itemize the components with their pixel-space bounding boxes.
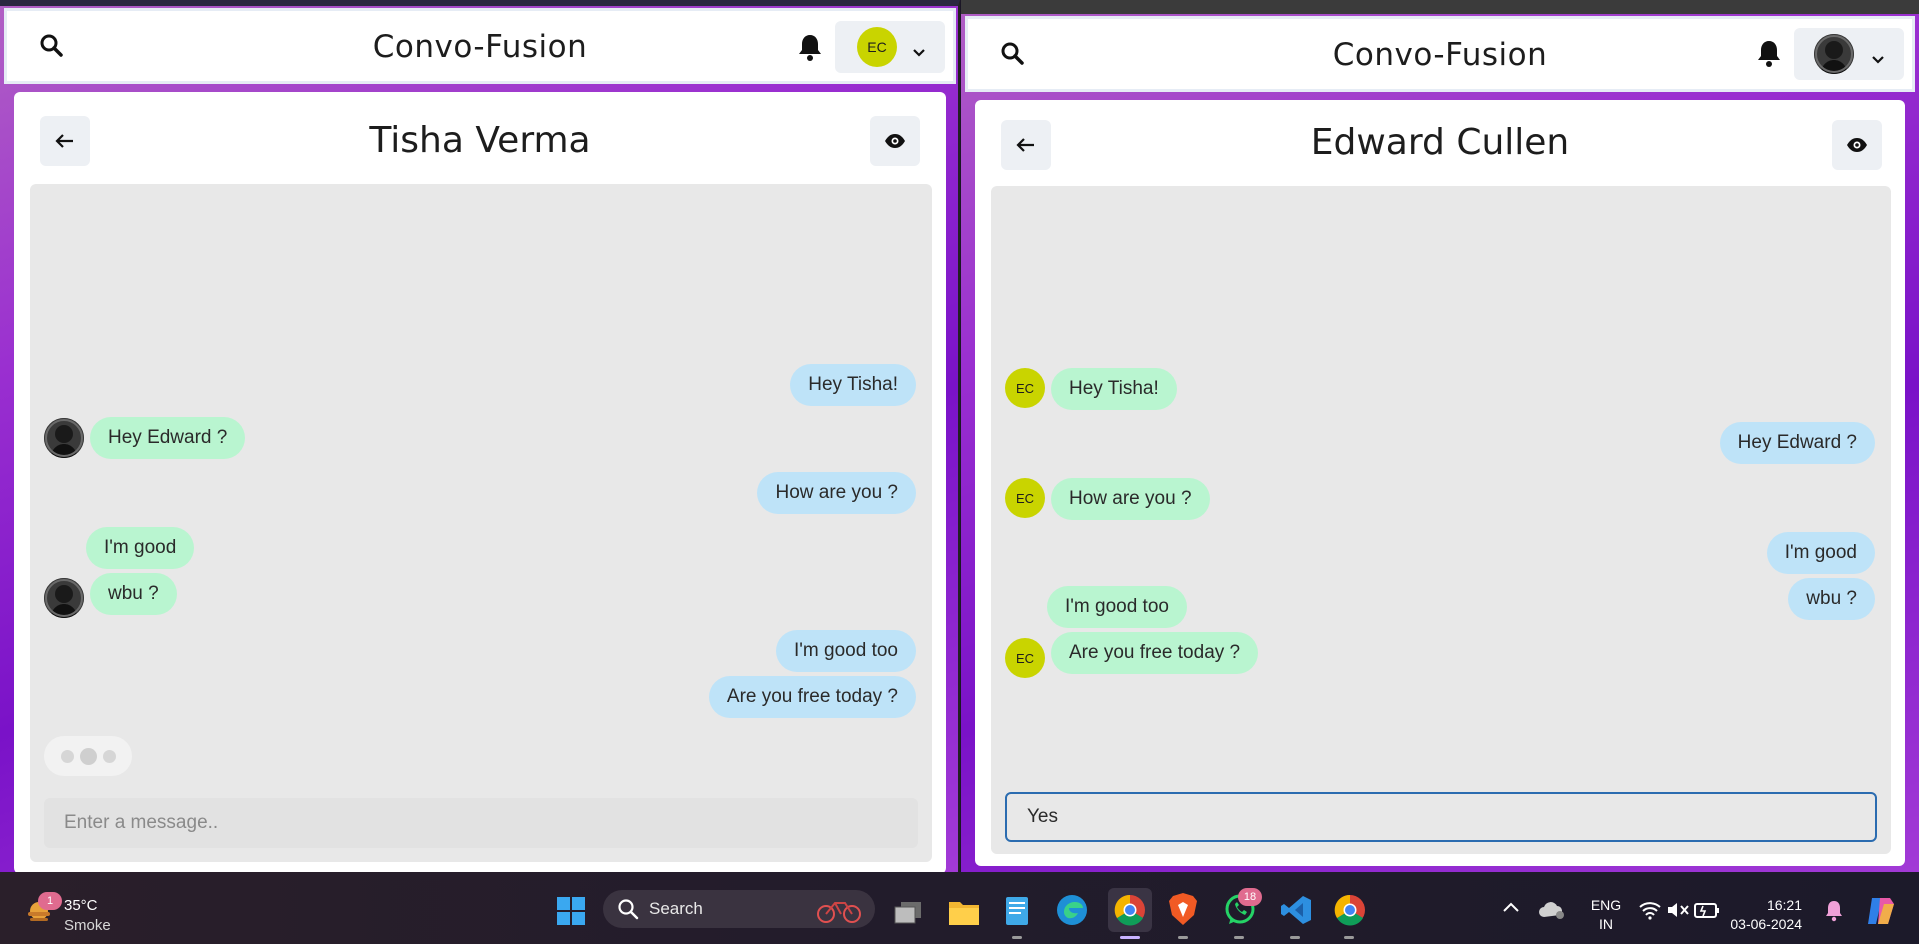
right-browser-window: Convo-Fusion Edward Cullen EC Hey Tisha!… xyxy=(961,0,1919,872)
weather-desc: Smoke xyxy=(64,917,111,934)
eye-icon xyxy=(1847,138,1867,152)
search-icon[interactable] xyxy=(998,39,1028,69)
clock-time[interactable]: 16:21 xyxy=(1730,896,1802,915)
chevron-up-icon[interactable] xyxy=(1502,900,1520,914)
clock-date[interactable]: 03-06-2024 xyxy=(1730,915,1802,934)
whatsapp-badge: 18 xyxy=(1238,888,1262,906)
message-bubble: Are you free today ? xyxy=(708,676,916,718)
language-line1[interactable]: ENG xyxy=(1584,896,1628,915)
message-bubble: Hey Tisha! xyxy=(790,364,916,406)
avatar xyxy=(44,418,84,458)
message-bubble: wbu ? xyxy=(90,573,177,615)
battery-icon[interactable] xyxy=(1694,900,1720,920)
onedrive-icon[interactable] xyxy=(1538,898,1566,922)
task-view-icon[interactable] xyxy=(893,900,923,926)
weather-temp: 35°C xyxy=(64,897,98,914)
header-bar: Convo-Fusion xyxy=(965,16,1915,92)
app-running-indicator xyxy=(1344,936,1354,939)
weather-badge: 1 xyxy=(38,892,62,910)
avatar xyxy=(44,578,84,618)
bell-icon[interactable] xyxy=(797,33,823,63)
chrome-icon-active[interactable] xyxy=(1108,888,1152,932)
app-active-indicator xyxy=(1120,936,1140,939)
eye-icon xyxy=(885,134,905,148)
view-profile-button[interactable] xyxy=(1832,120,1882,170)
file-explorer-icon[interactable] xyxy=(948,898,980,926)
avatar: EC xyxy=(1005,638,1045,678)
chat-panel: Edward Cullen EC Hey Tisha! Hey Edward ?… xyxy=(975,100,1905,866)
message-input[interactable] xyxy=(44,798,918,848)
windows-start-icon[interactable] xyxy=(556,896,586,926)
avatar: EC xyxy=(857,27,897,67)
search-icon[interactable] xyxy=(37,31,67,61)
message-bubble: How are you ? xyxy=(757,472,916,514)
header-bar: Convo-Fusion EC xyxy=(4,8,956,84)
message-input[interactable] xyxy=(1005,792,1877,842)
bicycle-icon xyxy=(817,902,861,923)
edge-icon[interactable] xyxy=(1056,894,1088,926)
app-running-indicator xyxy=(1290,936,1300,939)
chevron-down-icon xyxy=(912,43,926,57)
bell-icon[interactable] xyxy=(1756,39,1782,69)
chrome-icon[interactable] xyxy=(1334,894,1366,926)
browser-tab-strip xyxy=(961,0,1919,14)
messages-area: Hey Tisha! Hey Edward ? How are you ? I'… xyxy=(30,184,932,862)
message-bubble: wbu ? xyxy=(1788,578,1875,620)
chat-panel: Tisha Verma Hey Tisha! Hey Edward ? How … xyxy=(14,92,946,872)
message-bubble: I'm good too xyxy=(776,630,916,672)
brave-icon[interactable] xyxy=(1168,892,1198,926)
search-label: Search xyxy=(649,899,703,918)
message-bubble: I'm good xyxy=(1766,532,1875,574)
message-bubble: Hey Edward ? xyxy=(1719,422,1875,464)
wifi-icon[interactable] xyxy=(1638,900,1662,920)
chat-title: Edward Cullen xyxy=(1310,122,1570,163)
speaker-muted-icon[interactable] xyxy=(1666,900,1690,920)
message-bubble: I'm good too xyxy=(1047,586,1187,628)
message-bubble: How are you ? xyxy=(1051,478,1210,520)
chat-title: Tisha Verma xyxy=(369,120,591,161)
messages-area: EC Hey Tisha! Hey Edward ? EC How are yo… xyxy=(991,186,1891,854)
app-running-indicator xyxy=(1012,936,1022,939)
app-running-indicator xyxy=(1178,936,1188,939)
notification-bell-icon[interactable] xyxy=(1824,900,1844,922)
search-icon xyxy=(618,899,639,920)
left-browser-window: Convo-Fusion EC Tisha Verma Hey Tisha! H… xyxy=(0,0,960,872)
taskbar-search-box[interactable]: Search xyxy=(603,890,875,928)
view-profile-button[interactable] xyxy=(870,116,920,166)
message-bubble: Hey Tisha! xyxy=(1051,368,1177,410)
message-bubble: I'm good xyxy=(86,527,195,569)
typing-indicator xyxy=(44,736,132,776)
language-line2[interactable]: IN xyxy=(1584,915,1628,934)
chevron-down-icon xyxy=(1871,50,1885,64)
vscode-icon[interactable] xyxy=(1280,894,1312,926)
copilot-icon[interactable] xyxy=(1864,894,1898,928)
user-menu-button[interactable]: EC xyxy=(835,21,945,73)
avatar xyxy=(1814,34,1854,74)
avatar: EC xyxy=(1005,478,1045,518)
user-menu-button[interactable] xyxy=(1794,28,1904,80)
windows-taskbar: 1 35°C Smoke Search 18 ENG IN 16:21 03-0… xyxy=(0,872,1919,944)
notepad-icon[interactable] xyxy=(1004,894,1030,926)
message-bubble: Are you free today ? xyxy=(1051,632,1259,674)
avatar: EC xyxy=(1005,368,1045,408)
app-running-indicator xyxy=(1234,936,1244,939)
message-bubble: Hey Edward ? xyxy=(90,417,246,459)
